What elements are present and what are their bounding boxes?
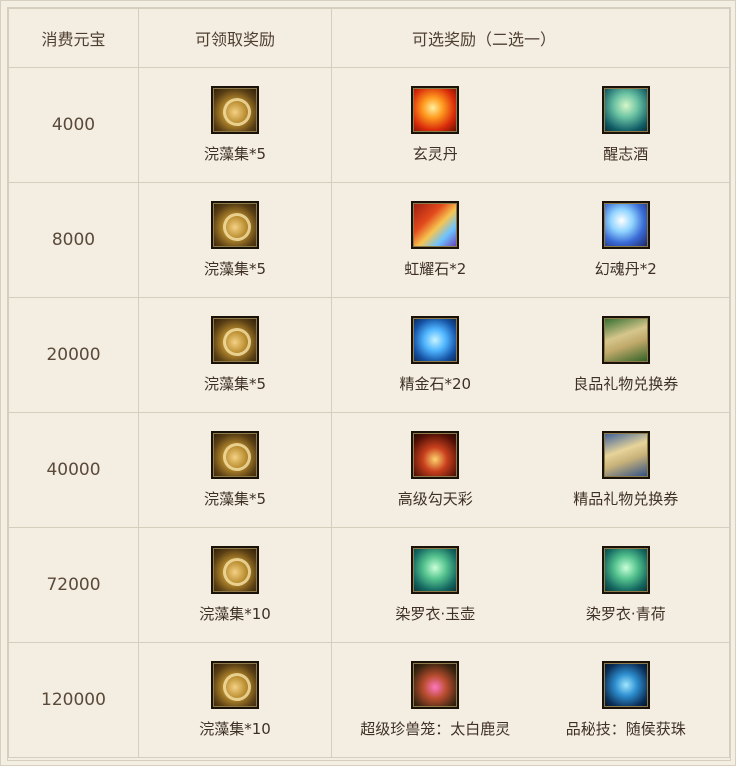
blue-orb-pill-icon[interactable] — [601, 201, 650, 249]
rainbow-stone-icon[interactable] — [411, 201, 460, 249]
choice-item-2[interactable]: 染罗衣·青荷 — [536, 546, 716, 624]
choice-item-1[interactable]: 超级珍兽笼：太白鹿灵 — [345, 661, 525, 739]
green-jade-ring-icon[interactable] — [601, 546, 650, 594]
choice-label: 玄灵丹 — [412, 145, 458, 163]
table-row: 20000 浣藻集*5 精金石*20 良品礼物兑换券 — [8, 297, 730, 413]
choice-item-2[interactable]: 幻魂丹*2 — [536, 201, 716, 279]
green-cup-icon[interactable] — [601, 86, 650, 134]
gold-feather-bundle-icon[interactable] — [211, 316, 259, 364]
header-optional-reward-label: 可选奖励（二选一） — [412, 30, 557, 49]
choice-pair: 超级珍兽笼：太白鹿灵 品秘技：随侯获珠 — [332, 661, 729, 739]
optional-reward-cell: 超级珍兽笼：太白鹿灵 品秘技：随侯获珠 — [331, 642, 730, 758]
choice-label: 精金石*20 — [399, 375, 472, 393]
reward-label: 浣藻集*5 — [203, 490, 267, 508]
blue-gift-ticket-icon[interactable] — [601, 431, 650, 479]
choice-pair: 高级勾天彩 精品礼物兑换券 — [332, 431, 729, 509]
claimable-reward-cell: 浣藻集*5 — [138, 182, 332, 298]
skill-silhouette-icon[interactable] — [601, 661, 650, 709]
gold-feather-bundle-icon[interactable] — [211, 546, 259, 594]
header-spend-yuanbao: 消费元宝 — [8, 8, 139, 68]
choice-pair: 精金石*20 良品礼物兑换券 — [332, 316, 729, 394]
table-row: 4000 浣藻集*5 玄灵丹 醒志酒 — [8, 67, 730, 183]
reward-label: 浣藻集*10 — [199, 605, 271, 623]
reward-label: 浣藻集*5 — [203, 145, 267, 163]
choice-label: 品秘技：随侯获珠 — [565, 720, 686, 738]
green-gift-ticket-icon[interactable] — [601, 316, 650, 364]
table-row: 8000 浣藻集*5 虹耀石*2 幻魂丹*2 — [8, 182, 730, 298]
table-row: 120000 浣藻集*10 超级珍兽笼：太白鹿灵 品秘技：随侯获珠 — [8, 642, 730, 758]
choice-item-1[interactable]: 精金石*20 — [345, 316, 525, 394]
spend-amount: 20000 — [8, 297, 139, 413]
choice-item-2[interactable]: 精品礼物兑换券 — [536, 431, 716, 509]
gold-feather-bundle-icon[interactable] — [211, 86, 259, 134]
green-jade-ring-icon[interactable] — [411, 546, 460, 594]
reward-label: 浣藻集*5 — [203, 260, 267, 278]
claimable-reward-cell: 浣藻集*10 — [138, 642, 332, 758]
choice-label: 高级勾天彩 — [397, 490, 473, 508]
choice-pair: 染罗衣·玉壶 染罗衣·青荷 — [332, 546, 729, 624]
gold-feather-bundle-icon[interactable] — [211, 201, 259, 249]
reward-label: 浣藻集*5 — [203, 375, 267, 393]
table-row: 40000 浣藻集*5 高级勾天彩 精品礼物兑换券 — [8, 412, 730, 528]
choice-label: 染罗衣·玉壶 — [395, 605, 476, 623]
choice-pair: 虹耀石*2 幻魂丹*2 — [332, 201, 729, 279]
choice-label: 精品礼物兑换券 — [573, 490, 679, 508]
spend-amount: 8000 — [8, 182, 139, 298]
table-header-row: 消费元宝 可领取奖励 可选奖励（二选一） — [8, 8, 730, 68]
reward-item[interactable]: 浣藻集*10 — [139, 661, 331, 739]
reward-label: 浣藻集*10 — [199, 720, 271, 738]
rewards-frame: 消费元宝 可领取奖励 可选奖励（二选一） 4000 浣藻集*5 玄灵丹 醒志酒 … — [0, 0, 736, 766]
choice-item-2[interactable]: 醒志酒 — [536, 86, 716, 164]
choice-label: 虹耀石*2 — [404, 260, 467, 278]
header-optional-reward: 可选奖励（二选一） — [331, 8, 730, 68]
red-swirl-pill-icon[interactable] — [411, 86, 460, 134]
rewards-table: 消费元宝 可领取奖励 可选奖励（二选一） 4000 浣藻集*5 玄灵丹 醒志酒 … — [8, 8, 730, 758]
spend-amount: 40000 — [8, 412, 139, 528]
claimable-reward-cell: 浣藻集*5 — [138, 412, 332, 528]
spend-amount: 120000 — [8, 642, 139, 758]
choice-item-2[interactable]: 良品礼物兑换券 — [536, 316, 716, 394]
rewards-panel: 消费元宝 可领取奖励 可选奖励（二选一） 4000 浣藻集*5 玄灵丹 醒志酒 … — [7, 7, 731, 761]
claimable-reward-cell: 浣藻集*10 — [138, 527, 332, 643]
blue-crystal-icon[interactable] — [411, 316, 460, 364]
choice-item-1[interactable]: 虹耀石*2 — [345, 201, 525, 279]
reward-item[interactable]: 浣藻集*5 — [139, 201, 331, 279]
header-claimable-reward: 可领取奖励 — [138, 8, 332, 68]
reward-item[interactable]: 浣藻集*5 — [139, 316, 331, 394]
spend-amount: 72000 — [8, 527, 139, 643]
choice-label: 染罗衣·青荷 — [585, 605, 666, 623]
reward-item[interactable]: 浣藻集*10 — [139, 546, 331, 624]
choice-item-1[interactable]: 玄灵丹 — [345, 86, 525, 164]
spend-amount: 4000 — [8, 67, 139, 183]
table-row: 72000 浣藻集*10 染罗衣·玉壶 染罗衣·青荷 — [8, 527, 730, 643]
optional-reward-cell: 高级勾天彩 精品礼物兑换券 — [331, 412, 730, 528]
choice-item-1[interactable]: 高级勾天彩 — [345, 431, 525, 509]
optional-reward-cell: 玄灵丹 醒志酒 — [331, 67, 730, 183]
choice-label: 超级珍兽笼：太白鹿灵 — [360, 720, 511, 738]
claimable-reward-cell: 浣藻集*5 — [138, 67, 332, 183]
reward-item[interactable]: 浣藻集*5 — [139, 86, 331, 164]
claimable-reward-cell: 浣藻集*5 — [138, 297, 332, 413]
choice-label: 醒志酒 — [603, 145, 649, 163]
optional-reward-cell: 精金石*20 良品礼物兑换券 — [331, 297, 730, 413]
beast-cage-icon[interactable] — [411, 661, 460, 709]
reward-item[interactable]: 浣藻集*5 — [139, 431, 331, 509]
choice-label: 良品礼物兑换券 — [573, 375, 679, 393]
optional-reward-cell: 染罗衣·玉壶 染罗衣·青荷 — [331, 527, 730, 643]
choice-label: 幻魂丹*2 — [594, 260, 657, 278]
optional-reward-cell: 虹耀石*2 幻魂丹*2 — [331, 182, 730, 298]
curved-blade-icon[interactable] — [411, 431, 460, 479]
choice-item-2[interactable]: 品秘技：随侯获珠 — [536, 661, 716, 739]
choice-item-1[interactable]: 染罗衣·玉壶 — [345, 546, 525, 624]
gold-feather-bundle-icon[interactable] — [211, 431, 259, 479]
choice-pair: 玄灵丹 醒志酒 — [332, 86, 729, 164]
gold-feather-bundle-icon[interactable] — [211, 661, 259, 709]
